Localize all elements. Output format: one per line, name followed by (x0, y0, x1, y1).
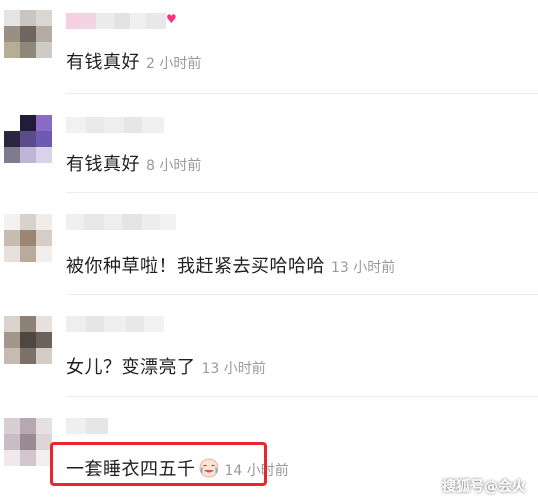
divider (66, 396, 538, 397)
avatar[interactable] (4, 214, 52, 262)
username-mosaic[interactable] (66, 117, 164, 133)
divider (66, 294, 538, 295)
comment-text: 有钱真好 (66, 52, 140, 73)
username-mosaic[interactable] (66, 214, 176, 230)
divider (66, 93, 538, 94)
avatar[interactable] (4, 418, 52, 466)
red-highlight-box (50, 442, 267, 486)
avatar[interactable] (4, 10, 52, 58)
comment-time: 8 小时前 (146, 158, 202, 174)
divider (66, 192, 538, 193)
username-mosaic[interactable] (66, 316, 164, 332)
username-mosaic[interactable] (66, 13, 166, 29)
comment-time: 13 小时前 (331, 260, 396, 276)
username-mosaic[interactable] (66, 418, 108, 434)
heart-icon: ♥ (166, 12, 177, 26)
comment-time: 2 小时前 (146, 56, 202, 72)
watermark: 搜狐号@会火 (442, 479, 526, 495)
avatar[interactable] (4, 316, 52, 364)
comment-text: 女儿？变漂亮了 (66, 357, 196, 378)
comment-time: 13 小时前 (201, 361, 266, 377)
avatar[interactable] (4, 115, 52, 163)
comment-text: 有钱真好 (66, 154, 140, 175)
comment-text: 被你种草啦！我赶紧去买哈哈哈 (66, 256, 325, 277)
